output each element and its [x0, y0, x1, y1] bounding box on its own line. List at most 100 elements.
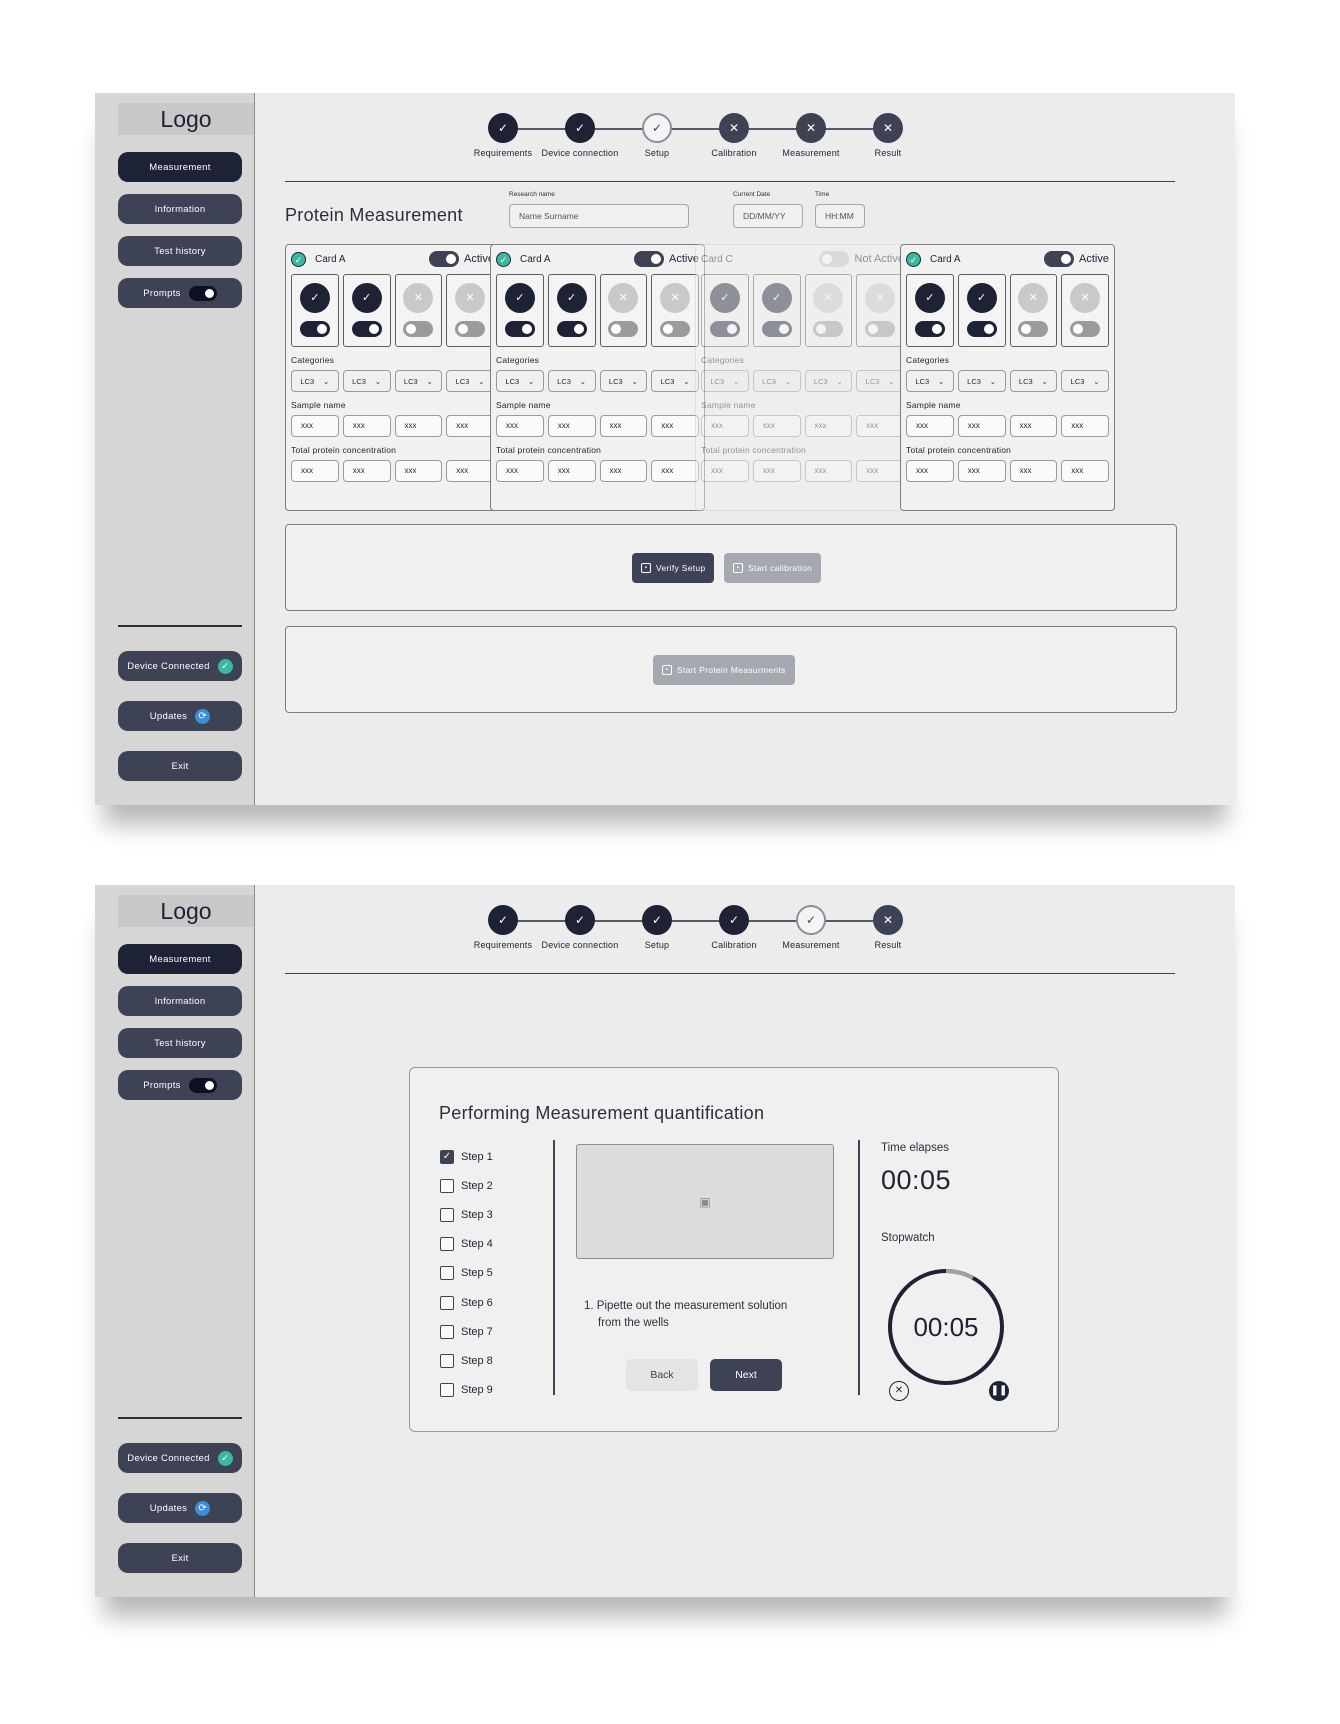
- step-calibration[interactable]: ✕ Calibration: [694, 113, 774, 159]
- nav-information-button[interactable]: Information: [118, 194, 242, 224]
- nav-prompts-button[interactable]: Prompts: [118, 1070, 242, 1100]
- step-calibration[interactable]: ✓ Calibration: [694, 905, 774, 951]
- card-active-toggle[interactable]: [1044, 251, 1075, 267]
- step-measurement[interactable]: ✓ Measurement: [771, 905, 851, 951]
- nav-measurement-button[interactable]: Measurement: [118, 944, 242, 974]
- total-protein-input[interactable]: xxx: [906, 460, 954, 482]
- step-checkbox-row[interactable]: Step 6: [440, 1288, 493, 1317]
- well-toggle[interactable]: [299, 321, 330, 337]
- category-select[interactable]: LC3 ⌄: [496, 370, 544, 392]
- category-select[interactable]: LC3 ⌄: [906, 370, 954, 392]
- sample-name-input[interactable]: xxx: [651, 415, 699, 437]
- total-protein-input[interactable]: xxx: [804, 460, 853, 482]
- verify-setup-button[interactable]: ▪ Verify Setup: [632, 553, 715, 583]
- well-slot[interactable]: ✕: [599, 274, 648, 347]
- well-slot[interactable]: ✓: [752, 274, 801, 347]
- sample-name-input[interactable]: xxx: [1061, 415, 1109, 437]
- well-toggle[interactable]: [660, 321, 691, 337]
- research-name-input[interactable]: Name Surname: [509, 204, 689, 228]
- total-protein-input[interactable]: xxx: [446, 460, 494, 482]
- category-select[interactable]: LC3 ⌄: [394, 370, 443, 392]
- category-select[interactable]: LC3 ⌄: [651, 370, 699, 392]
- total-protein-input[interactable]: xxx: [856, 460, 904, 482]
- total-protein-input[interactable]: xxx: [547, 460, 596, 482]
- category-select[interactable]: LC3 ⌄: [856, 370, 904, 392]
- step-measurement[interactable]: ✕ Measurement: [771, 113, 851, 159]
- card-active-toggle[interactable]: [819, 251, 850, 267]
- start-protein-measurements-button[interactable]: ▪ Start Protein Measurments: [653, 655, 795, 685]
- sample-name-input[interactable]: xxx: [957, 415, 1006, 437]
- sample-name-input[interactable]: xxx: [856, 415, 904, 437]
- category-select[interactable]: LC3 ⌄: [446, 370, 494, 392]
- well-toggle[interactable]: [1070, 321, 1101, 337]
- exit-button[interactable]: Exit: [118, 1543, 242, 1573]
- checkbox[interactable]: [440, 1207, 454, 1222]
- sample-name-input[interactable]: xxx: [547, 415, 596, 437]
- sample-name-input[interactable]: xxx: [1009, 415, 1058, 437]
- sample-name-input[interactable]: xxx: [804, 415, 853, 437]
- category-select[interactable]: LC3 ⌄: [701, 370, 749, 392]
- total-protein-input[interactable]: xxx: [291, 460, 339, 482]
- well-toggle[interactable]: [351, 321, 382, 337]
- well-slot[interactable]: ✓: [906, 274, 954, 347]
- exit-button[interactable]: Exit: [118, 751, 242, 781]
- well-slot[interactable]: ✕: [856, 274, 904, 347]
- category-select[interactable]: LC3 ⌄: [1061, 370, 1109, 392]
- updates-button[interactable]: Updates ⟳: [118, 1493, 242, 1523]
- total-protein-input[interactable]: xxx: [957, 460, 1006, 482]
- start-calibration-button[interactable]: ▪ Start calibration: [724, 553, 822, 583]
- step-checkbox-row[interactable]: Step 3: [440, 1200, 493, 1229]
- stopwatch-pause-icon[interactable]: ❚❚: [989, 1381, 1009, 1401]
- checkbox[interactable]: [440, 1353, 454, 1368]
- prompts-toggle[interactable]: [188, 1077, 217, 1093]
- checkbox[interactable]: [440, 1178, 454, 1193]
- updates-button[interactable]: Updates ⟳: [118, 701, 242, 731]
- category-select[interactable]: LC3 ⌄: [547, 370, 596, 392]
- total-protein-input[interactable]: xxx: [701, 460, 749, 482]
- sample-name-input[interactable]: xxx: [752, 415, 801, 437]
- well-slot[interactable]: ✓: [342, 274, 391, 347]
- step-checkbox-row[interactable]: Step 2: [440, 1171, 493, 1200]
- well-toggle[interactable]: [455, 321, 486, 337]
- well-slot[interactable]: ✕: [1009, 274, 1058, 347]
- checkbox[interactable]: [440, 1266, 454, 1281]
- step-setup[interactable]: ✓ Setup: [617, 905, 697, 951]
- well-toggle[interactable]: [709, 321, 740, 337]
- device-connected-status[interactable]: Device Connected ✓: [118, 651, 242, 681]
- well-slot[interactable]: ✕: [394, 274, 443, 347]
- well-toggle[interactable]: [813, 321, 844, 337]
- time-input[interactable]: HH:MM: [815, 204, 865, 228]
- step-result[interactable]: ✕ Result: [848, 113, 928, 159]
- category-select[interactable]: LC3 ⌄: [752, 370, 801, 392]
- total-protein-input[interactable]: xxx: [394, 460, 443, 482]
- step-checkbox-row[interactable]: Step 9: [440, 1376, 493, 1405]
- prompts-toggle[interactable]: [188, 285, 217, 301]
- sample-name-input[interactable]: xxx: [906, 415, 954, 437]
- sample-name-input[interactable]: xxx: [342, 415, 391, 437]
- sample-name-input[interactable]: xxx: [446, 415, 494, 437]
- sample-name-input[interactable]: xxx: [599, 415, 648, 437]
- well-slot[interactable]: ✕: [651, 274, 699, 347]
- well-toggle[interactable]: [556, 321, 587, 337]
- nav-test-history-button[interactable]: Test history: [118, 1028, 242, 1058]
- total-protein-input[interactable]: xxx: [1009, 460, 1058, 482]
- category-select[interactable]: LC3 ⌄: [1009, 370, 1058, 392]
- well-slot[interactable]: ✕: [804, 274, 853, 347]
- back-button[interactable]: Back: [626, 1359, 698, 1391]
- sample-name-input[interactable]: xxx: [394, 415, 443, 437]
- checkbox[interactable]: [440, 1383, 454, 1398]
- checkbox[interactable]: ✓: [440, 1149, 454, 1164]
- sample-name-input[interactable]: xxx: [701, 415, 749, 437]
- sample-name-input[interactable]: xxx: [496, 415, 544, 437]
- well-slot[interactable]: ✓: [496, 274, 544, 347]
- well-toggle[interactable]: [966, 321, 997, 337]
- category-select[interactable]: LC3 ⌄: [599, 370, 648, 392]
- stopwatch-reset-close-icon[interactable]: ✕: [889, 1381, 909, 1401]
- step-requirements[interactable]: ✓ Requirements: [463, 905, 543, 951]
- step-checkbox-row[interactable]: ✓ Step 1: [440, 1142, 493, 1171]
- category-select[interactable]: LC3 ⌄: [291, 370, 339, 392]
- total-protein-input[interactable]: xxx: [599, 460, 648, 482]
- well-slot[interactable]: ✕: [446, 274, 494, 347]
- device-connected-status[interactable]: Device Connected ✓: [118, 1443, 242, 1473]
- well-slot[interactable]: ✓: [547, 274, 596, 347]
